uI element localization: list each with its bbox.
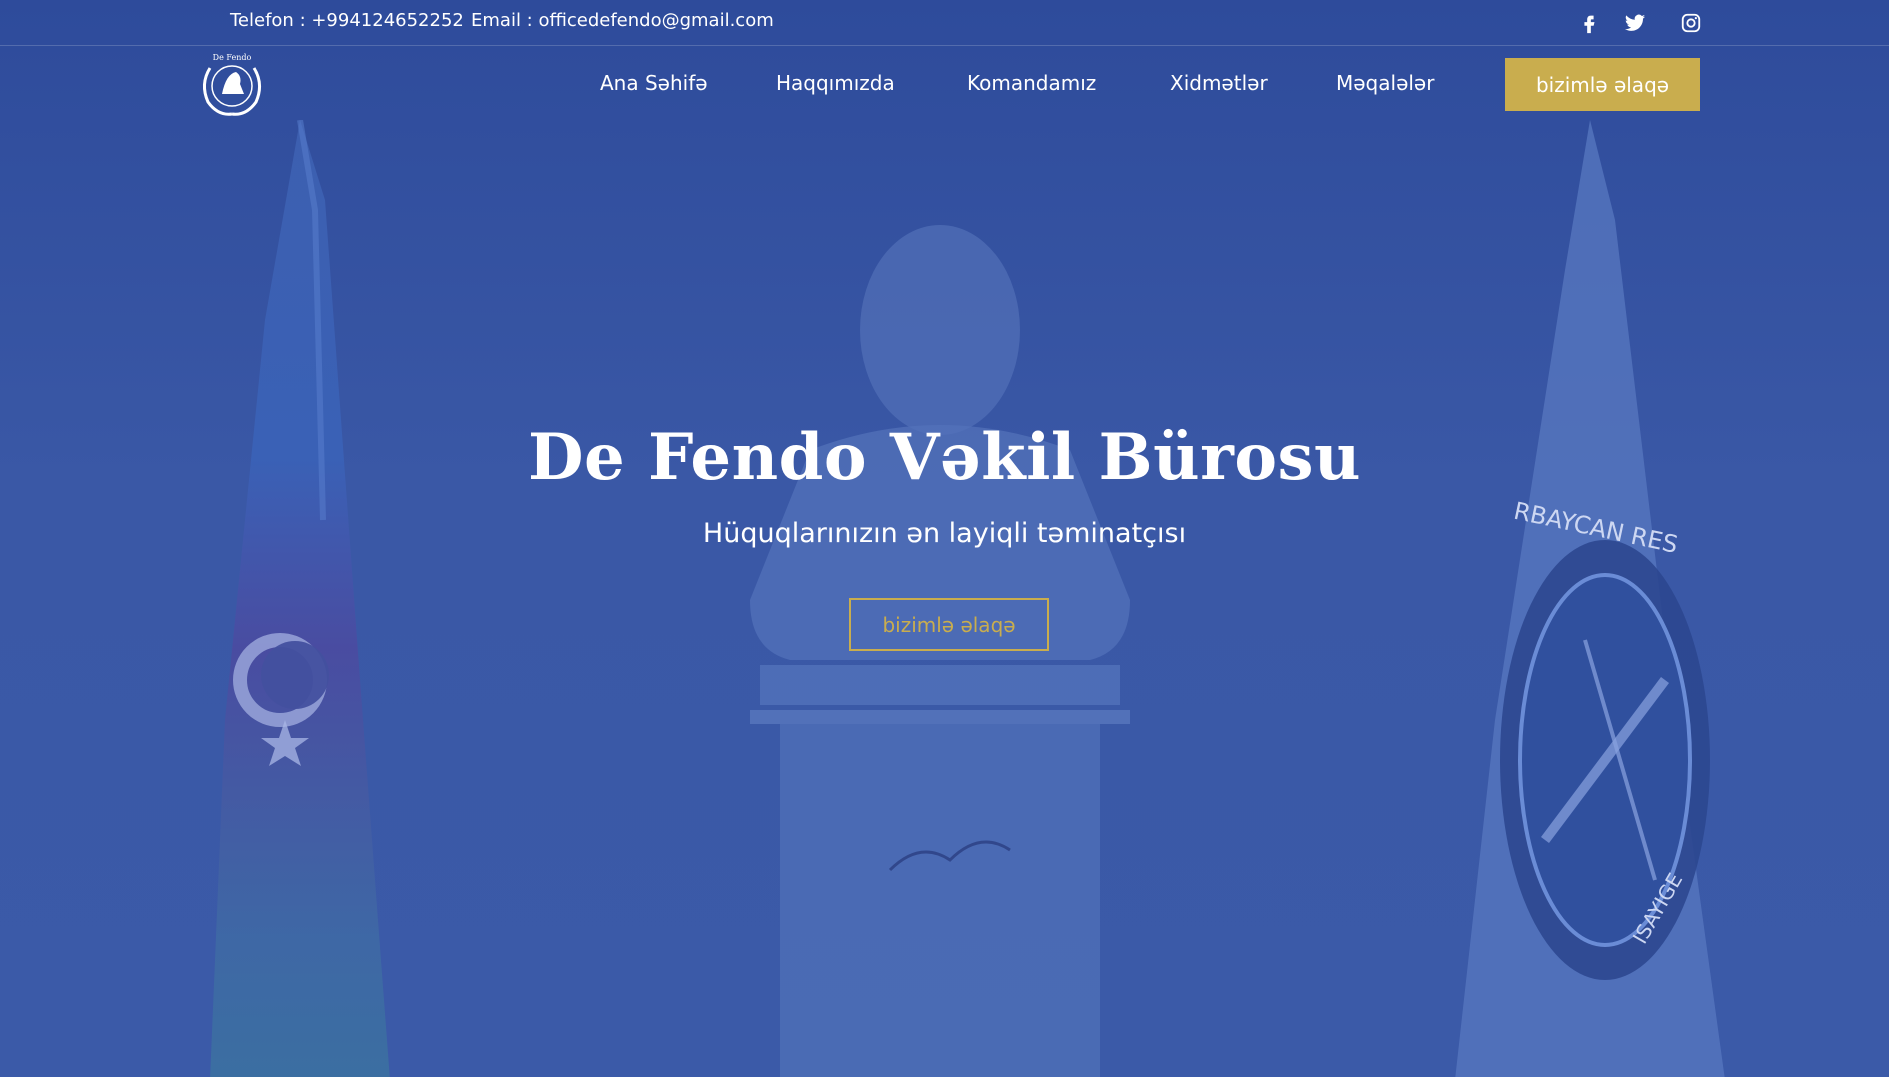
de-fendo-logo[interactable]: De Fendo — [196, 50, 268, 118]
email-contact[interactable]: Email : officedefendo@gmail.com — [471, 10, 774, 31]
phone-contact[interactable]: Telefon : +994124652252 — [230, 10, 464, 31]
bar-association-flag-image: RBAYCAN RES ISAYIGE — [1455, 120, 1725, 1077]
instagram-icon[interactable] — [1680, 12, 1702, 34]
top-bar: Telefon : +994124652252 Email : officede… — [0, 0, 1889, 46]
nav-item-articles[interactable]: Məqalələr — [1336, 71, 1434, 95]
nav-item-services[interactable]: Xidmətlər — [1170, 71, 1268, 95]
hero-subtitle: Hüquqlarınızın ən layiqli təminatçısı — [702, 518, 1187, 549]
facebook-icon[interactable] — [1578, 12, 1600, 34]
azerbaijan-flag-image — [210, 120, 390, 1077]
nav-item-about[interactable]: Haqqımızda — [776, 71, 895, 95]
contact-us-button[interactable]: bizimlə əlaqə — [1505, 58, 1700, 111]
hero-title: De Fendo Vəkil Bürosu — [527, 420, 1362, 495]
twitter-icon[interactable] — [1624, 12, 1646, 34]
page: RBAYCAN RES ISAYIGE Telefon : +994124652… — [0, 0, 1889, 1077]
hero-contact-button[interactable]: bizimlə əlaqə — [849, 598, 1049, 651]
nav-item-team[interactable]: Komandamız — [967, 71, 1096, 95]
nav-item-home[interactable]: Ana Səhifə — [600, 71, 708, 95]
svg-text:De Fendo: De Fendo — [213, 53, 252, 62]
